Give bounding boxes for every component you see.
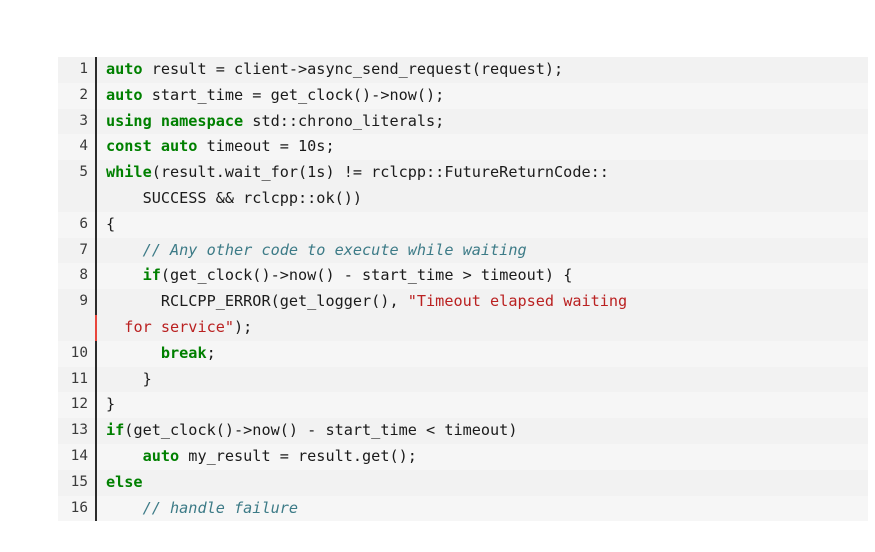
- code-token-str: "Timeout elapsed waiting: [407, 292, 628, 311]
- line-number: 11: [70, 370, 88, 387]
- line-number: 15: [70, 473, 88, 490]
- line-number: [58, 186, 95, 212]
- code-token-kw: auto: [142, 446, 180, 465]
- code-line-text: SUCCESS && rclcpp::ok()): [97, 186, 868, 212]
- code-token-plain: }: [106, 395, 116, 414]
- code-token-plain: (get_clock()->now() - start_time < timeo…: [124, 421, 518, 440]
- code-token-kw: while: [106, 163, 152, 182]
- code-line: 2 auto start_time = get_clock()->now();: [58, 82, 868, 109]
- code-token-kw: if: [106, 421, 125, 440]
- code-token-plain: {: [106, 214, 116, 233]
- line-number: 10: [70, 344, 88, 361]
- code-line-text: while(result.wait_for(1s) != rclcpp::Fut…: [97, 160, 868, 186]
- code-line: 15 else: [58, 469, 868, 496]
- code-token-kw: break: [160, 343, 207, 362]
- code-listing-figure: 1 auto result = client->async_send_reques…: [0, 0, 875, 552]
- code-line: 4 const auto timeout = 10s;: [58, 134, 868, 161]
- line-number: 5: [79, 164, 88, 181]
- code-line-text: RCLCPP_ERROR(get_logger(), "Timeout elap…: [97, 289, 868, 315]
- line-number: 1: [79, 61, 88, 77]
- code-token-plain: start_time = get_clock()->now();: [142, 85, 445, 104]
- code-token-cmt: // Any other code to execute while waiti…: [142, 240, 527, 259]
- code-line: 14 auto my_result = result.get();: [58, 443, 868, 470]
- code-line: 1 auto result = client->async_send_reques…: [58, 57, 868, 83]
- code-token-str: for service": [124, 317, 235, 336]
- line-number: 7: [79, 241, 88, 258]
- line-number: 13: [70, 422, 88, 439]
- code-line-text: else: [97, 470, 868, 496]
- code-line: 8 if(get_clock()->now() - start_time > t…: [58, 263, 868, 290]
- line-number: 4: [79, 138, 88, 155]
- code-token-cmt: // handle failure: [142, 498, 299, 517]
- code-line: for service");: [58, 314, 868, 341]
- code-line: 10 break;: [58, 340, 868, 367]
- code-token-kw: if: [142, 266, 161, 285]
- code-line-text: // handle failure: [97, 496, 868, 522]
- code-line: 12}: [58, 392, 868, 419]
- code-line-text: auto result = client->async_send_request…: [97, 57, 868, 83]
- code-line: 11 }: [58, 366, 868, 393]
- code-token-plain: my_result = result.get();: [179, 446, 417, 465]
- code-line-text: if(get_clock()->now() - start_time < tim…: [97, 418, 868, 444]
- code-line: 16 // handle failure: [58, 495, 868, 522]
- code-line-text: }: [97, 392, 868, 418]
- code-token-plain: SUCCESS && rclcpp::ok()): [106, 188, 363, 207]
- code-line-text: auto start_time = get_clock()->now();: [97, 83, 868, 109]
- line-number: 12: [70, 396, 88, 413]
- code-token-plain: );: [234, 317, 253, 336]
- line-number: 8: [79, 267, 88, 284]
- code-token-plain: }: [106, 369, 152, 388]
- code-token-plain: RCLCPP_ERROR(get_logger(),: [106, 292, 408, 311]
- code-line-text: for service");: [97, 315, 868, 341]
- code-line: 9 RCLCPP_ERROR(get_logger(), "Timeout el…: [58, 289, 868, 315]
- line-number: 14: [70, 447, 88, 464]
- code-line-text: }: [97, 367, 868, 393]
- line-number: 3: [79, 112, 88, 129]
- code-line-text: break;: [97, 341, 868, 367]
- code-line-text: // Any other code to execute while waiti…: [97, 238, 868, 264]
- code-token-plain: (get_clock()->now() - start_time > timeo…: [160, 266, 573, 285]
- code-line-text: if(get_clock()->now() - start_time > tim…: [97, 263, 868, 289]
- code-block[interactable]: 1 auto result = client->async_send_reques…: [58, 57, 868, 522]
- code-line-text: using namespace std::chrono_literals;: [97, 109, 868, 135]
- code-token-kw: else: [106, 472, 143, 491]
- line-number: 2: [79, 86, 88, 103]
- code-token-plain: (result.wait_for(1s) != rclcpp::FutureRe…: [151, 163, 609, 182]
- code-line: 7 // Any other code to execute while wai…: [58, 237, 868, 264]
- code-token-plain: std::chrono_literals;: [243, 111, 445, 130]
- code-line-text: auto my_result = result.get();: [97, 444, 868, 470]
- line-number: 9: [79, 293, 88, 310]
- line-number: [58, 315, 95, 341]
- code-token-kw: const auto: [106, 137, 198, 156]
- line-number: 16: [70, 499, 88, 516]
- code-token-plain: ;: [206, 343, 216, 362]
- code-token-kw: using namespace: [106, 111, 244, 130]
- code-line-text: {: [97, 212, 868, 238]
- code-line: 13 if(get_clock()->now() - start_time < t…: [58, 418, 868, 444]
- code-token-plain: timeout = 10s;: [197, 137, 335, 156]
- line-number: 6: [79, 215, 88, 232]
- code-line: SUCCESS && rclcpp::ok()): [58, 185, 868, 212]
- code-line: 5 while(result.wait_for(1s) != rclcpp::Fu…: [58, 160, 868, 186]
- code-line: 6{: [58, 211, 868, 238]
- code-line-text: const auto timeout = 10s;: [97, 134, 868, 160]
- code-token-kw: auto: [106, 85, 143, 104]
- code-line: 3 using namespace std::chrono_literals;: [58, 108, 868, 135]
- code-token-plain: result = client->async_send_request(requ…: [142, 60, 564, 78]
- code-token-kw: auto: [106, 60, 143, 78]
